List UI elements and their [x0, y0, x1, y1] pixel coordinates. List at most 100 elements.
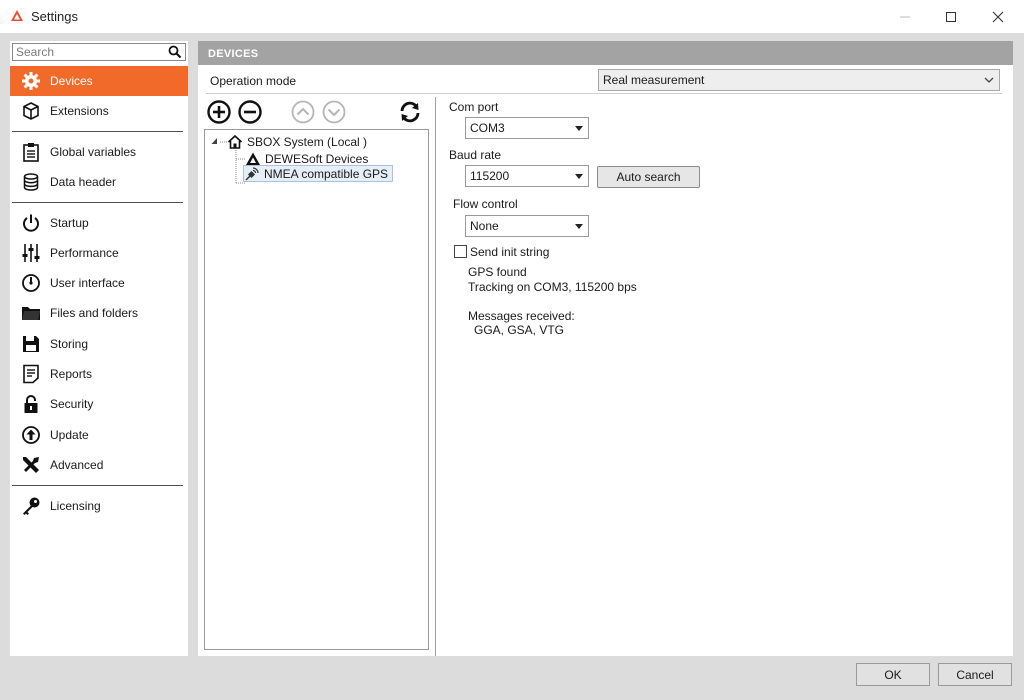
tree-node-nmea-gps[interactable]: NMEA compatible GPS: [243, 165, 394, 182]
flow-control-select[interactable]: None: [465, 215, 589, 237]
sidebar-item-performance[interactable]: Performance: [10, 238, 188, 268]
gear-icon: [22, 72, 40, 90]
send-init-checkbox[interactable]: [454, 245, 467, 258]
sidebar-item-storing[interactable]: Storing: [10, 329, 188, 359]
database-icon: [23, 173, 39, 191]
sidebar-item-label: Startup: [50, 216, 89, 230]
dropdown-arrow-icon: [575, 224, 583, 229]
sidebar-item-update[interactable]: Update: [10, 420, 188, 450]
section-header: DEVICES: [198, 41, 1013, 65]
sidebar-item-extensions[interactable]: Extensions: [10, 96, 188, 126]
auto-search-button[interactable]: Auto search: [597, 166, 700, 188]
sidebar-divider: [12, 485, 183, 486]
clipboard-icon: [23, 143, 39, 162]
operation-mode-value: Real measurement: [603, 73, 705, 87]
messages-received-value: GGA, GSA, VTG: [474, 323, 565, 337]
search-box[interactable]: [12, 43, 186, 61]
sidebar-item-label: Reports: [50, 367, 93, 381]
send-init-label[interactable]: Send init string: [470, 245, 549, 259]
sliders-icon: [22, 244, 40, 262]
sidebar-item-label: Licensing: [50, 499, 101, 513]
sidebar-item-label: Devices: [50, 74, 93, 88]
chevron-down-icon: [984, 77, 994, 83]
sidebar-item-startup[interactable]: Startup: [10, 208, 188, 238]
baud-rate-select[interactable]: 115200: [465, 165, 589, 187]
sidebar-item-reports[interactable]: Reports: [10, 359, 188, 389]
baud-rate-label: Baud rate: [449, 148, 502, 162]
refresh-icon[interactable]: [397, 99, 423, 125]
move-down-icon[interactable]: [321, 99, 347, 125]
cancel-button[interactable]: Cancel: [938, 663, 1012, 686]
sidebar-item-label: User interface: [50, 276, 125, 290]
maximize-button[interactable]: [928, 0, 974, 33]
operation-mode-select[interactable]: Real measurement: [598, 69, 1000, 91]
tools-icon: [23, 457, 39, 473]
com-port-value: COM3: [470, 121, 505, 135]
flow-control-label: Flow control: [453, 197, 518, 211]
dropdown-arrow-icon: [575, 126, 583, 131]
window-title: Settings: [31, 9, 78, 24]
search-input[interactable]: [13, 44, 163, 60]
dropdown-arrow-icon: [575, 174, 583, 179]
sidebar-item-advanced[interactable]: Advanced: [10, 450, 188, 480]
tree-node-root[interactable]: SBOX System (Local ): [227, 133, 367, 150]
minimize-button[interactable]: [882, 0, 928, 33]
gauge-icon: [22, 274, 40, 292]
sidebar-item-label: Global variables: [50, 145, 137, 159]
folder-icon: [22, 307, 40, 320]
sidebar-item-label: Security: [50, 397, 94, 411]
sidebar-item-label: Extensions: [50, 104, 109, 118]
lock-icon: [24, 395, 38, 413]
sidebar-item-security[interactable]: Security: [10, 389, 188, 419]
power-icon: [23, 214, 39, 232]
sidebar-item-files-and-folders[interactable]: Files and folders: [10, 298, 188, 328]
tree-expand-icon[interactable]: [211, 137, 219, 145]
maximize-icon: [946, 11, 956, 22]
report-icon: [23, 364, 39, 384]
tree-node-label: DEWESoft Devices: [265, 151, 369, 166]
sidebar-item-data-header[interactable]: Data header: [10, 167, 188, 197]
sidebar-divider: [12, 202, 183, 203]
baud-rate-value: 115200: [470, 169, 510, 183]
com-port-label: Com port: [449, 100, 499, 114]
key-icon: [23, 497, 40, 515]
satellite-icon: [245, 166, 259, 180]
title-bar: Settings: [0, 0, 1024, 33]
sidebar-item-user-interface[interactable]: User interface: [10, 268, 188, 298]
panel-splitter[interactable]: [435, 97, 436, 656]
sidebar-item-devices[interactable]: Devices: [10, 66, 188, 96]
messages-received-label: Messages received:: [468, 309, 575, 323]
tree-node-label: SBOX System (Local ): [247, 134, 368, 149]
move-up-icon[interactable]: [290, 99, 316, 125]
sidebar: Devices Extensions Global variables Data…: [10, 41, 188, 656]
close-icon: [992, 11, 1004, 22]
sidebar-item-label: Advanced: [50, 458, 104, 472]
sidebar-item-label: Performance: [50, 246, 119, 260]
flow-control-value: None: [470, 219, 499, 233]
remove-icon[interactable]: [237, 99, 263, 125]
app-logo-icon: [11, 10, 23, 21]
tracking-status-text: Tracking on COM3, 115200 bps: [468, 280, 637, 294]
sidebar-item-label: Data header: [50, 175, 117, 189]
minimize-icon: [900, 16, 910, 17]
operation-mode-label: Operation mode: [210, 74, 297, 88]
add-icon[interactable]: [206, 99, 232, 125]
ok-button[interactable]: OK: [856, 663, 930, 686]
search-icon[interactable]: [168, 45, 182, 59]
sidebar-item-label: Storing: [50, 337, 89, 351]
sidebar-item-global-variables[interactable]: Global variables: [10, 137, 188, 167]
home-icon: [227, 134, 243, 149]
sidebar-divider: [12, 131, 183, 132]
floppy-icon: [23, 336, 39, 352]
tree-node-label: NMEA compatible GPS: [264, 166, 389, 181]
close-button[interactable]: [975, 0, 1021, 33]
sidebar-item-label: Files and folders: [50, 306, 139, 320]
update-icon: [22, 426, 40, 444]
gps-status-text: GPS found: [468, 265, 527, 279]
main-panel: DEVICES Operation mode Real measurement: [198, 41, 1013, 656]
sidebar-item-label: Update: [50, 428, 89, 442]
com-port-select[interactable]: COM3: [465, 117, 589, 139]
device-tree[interactable]: SBOX System (Local ) DEWESoft Devices NM…: [204, 129, 429, 650]
sidebar-item-licensing[interactable]: Licensing: [10, 491, 188, 521]
cube-icon: [23, 102, 39, 120]
